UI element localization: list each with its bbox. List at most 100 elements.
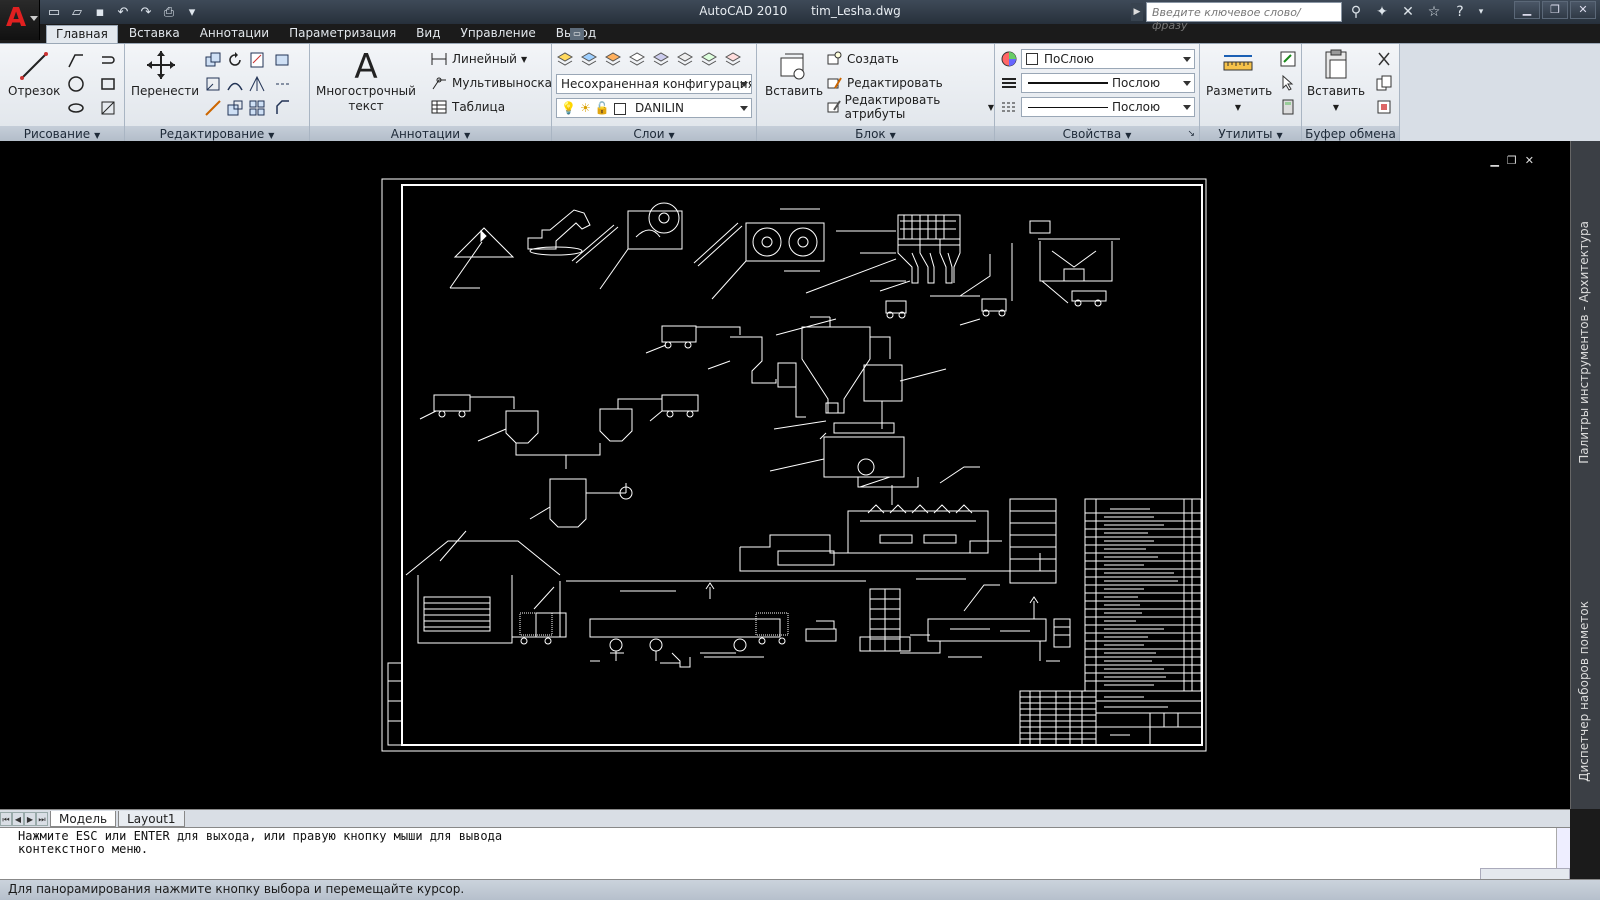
copy-clip-icon[interactable] [1374,73,1394,93]
tab-view[interactable]: Вид [407,25,449,43]
first-tab-icon[interactable]: ⏮ [0,811,12,826]
layer-unisolate-icon[interactable] [628,50,646,70]
layer-off-icon[interactable] [676,50,694,70]
panel-layers-label[interactable]: Слои ▼ [552,126,756,142]
explode-icon[interactable] [273,74,293,94]
communication-icon[interactable]: ✕ [1398,2,1418,22]
linetype-icon[interactable] [999,73,1019,93]
lineweight-dropdown[interactable]: Послою [1021,97,1195,117]
cad-canvas[interactable] [0,141,1570,809]
mirror-icon[interactable] [203,74,223,94]
application-menu-button[interactable]: A [0,0,40,40]
favorites-star-icon[interactable]: ☆ [1424,2,1444,22]
help-icon[interactable]: ? [1450,2,1470,22]
edit-attributes-button[interactable]: Редактировать атрибуты ▼ [825,93,994,121]
minimize-button[interactable]: ▁ [1514,1,1540,19]
panel-properties-label[interactable]: Свойства ▼ ↘ [995,126,1199,142]
tab-home[interactable]: Главная [46,25,118,43]
edit-block-button[interactable]: Редактировать [825,73,943,93]
search-input[interactable]: Введите ключевое слово/фразу [1146,2,1342,32]
rotate-icon[interactable] [225,50,245,70]
layer-previous-icon[interactable] [724,50,742,70]
tab-manage[interactable]: Управление [452,25,545,43]
panel-clipboard-label[interactable]: Буфер обмена [1302,126,1399,142]
layer-isolate-icon[interactable] [604,50,622,70]
chamfer-icon[interactable] [273,98,293,118]
fillet-icon[interactable] [225,74,245,94]
trim-icon[interactable] [247,50,267,70]
qat-menu-icon[interactable]: ▾ [182,3,202,21]
select-all-icon[interactable] [1278,73,1298,93]
array-icon[interactable] [247,74,267,94]
measure-button[interactable]: Разметить ▼ [1206,48,1272,115]
offset-icon[interactable] [247,98,267,118]
panel-launcher-icon[interactable]: ↘ [1187,126,1195,142]
circle-icon[interactable] [66,74,86,94]
linetype-dropdown[interactable]: Послою [1021,73,1195,93]
layer-properties-icon[interactable] [556,50,574,70]
ellipse-icon[interactable] [66,98,86,118]
restore-button[interactable]: ❐ [1542,1,1568,19]
rectangle-icon[interactable] [98,74,118,94]
layer-dropdown[interactable]: 💡 ☀ 🔓 DANILIN [556,98,752,118]
panel-block-label[interactable]: Блок ▼ [757,126,994,142]
subscription-icon[interactable]: ✦ [1372,2,1392,22]
calculator-icon[interactable] [1278,97,1298,117]
panel-modify-label[interactable]: Редактирование ▼ [125,126,309,142]
region-icon[interactable] [98,98,118,118]
color-wheel-icon[interactable] [999,49,1019,69]
panel-draw-label[interactable]: Рисование ▼ [0,126,124,142]
open-file-icon[interactable]: ▱ [67,3,87,21]
multileader-button[interactable]: Мультивыноска▼ [430,73,562,93]
help-menu-icon[interactable]: ▾ [1476,2,1486,22]
layer-state-icon[interactable] [580,50,598,70]
redo-icon[interactable]: ↷ [136,3,156,21]
insert-block-button[interactable]: Вставить [765,48,823,99]
layer-freeze-icon[interactable] [652,50,670,70]
command-line[interactable]: Нажмите ESC или ENTER для выхода, или пр… [0,827,1570,880]
stretch-icon[interactable] [203,98,223,118]
line-button[interactable]: Отрезок [8,48,60,99]
next-tab-icon[interactable]: ▶ [24,811,36,826]
lineweight-icon[interactable] [999,97,1019,117]
markup-manager-tab[interactable]: Диспетчер наборов пометок [1577,601,1591,782]
tab-parametric[interactable]: Параметризация [280,25,405,43]
panel-annotation-label[interactable]: Аннотации ▼ [310,126,551,142]
tool-palette-tab[interactable]: Палитры инструментов - Архитектура [1577,221,1591,464]
table-button[interactable]: Таблица [430,97,505,117]
save-icon[interactable]: ▪ [90,3,110,21]
mtext-button[interactable]: A Многострочный текст [316,48,416,114]
panel-utilities-label[interactable]: Утилиты ▼ [1200,126,1301,142]
ribbon-minimize-icon[interactable]: ▭ [570,28,584,40]
paste-button[interactable]: Вставить ▼ [1306,48,1366,115]
plot-icon[interactable]: ⎙ [159,3,179,21]
binoculars-icon[interactable]: ⚲ [1346,2,1366,22]
copy-with-base-icon[interactable] [1374,97,1394,117]
tab-model[interactable]: Модель [50,810,117,827]
prev-tab-icon[interactable]: ◀ [12,811,24,826]
hatch-icon[interactable] [98,50,118,70]
erase-icon[interactable] [273,50,293,70]
search-expand-icon[interactable]: ▶ [1131,3,1143,21]
layer-state-dropdown[interactable]: Несохраненная конфигурация сл [556,74,752,94]
layer-match-icon[interactable] [700,50,718,70]
move-button[interactable]: Перенести [131,48,199,99]
scale-icon[interactable] [225,98,245,118]
new-file-icon[interactable]: ▭ [44,3,64,21]
copy-icon[interactable] [203,50,223,70]
viewport-restore-icon[interactable]: ❐ [1507,154,1517,167]
tab-layout1[interactable]: Layout1 [118,810,185,827]
viewport-minimize-icon[interactable]: ▁ [1490,154,1498,167]
create-block-button[interactable]: Создать [825,49,899,69]
quick-select-icon[interactable] [1278,49,1298,69]
color-dropdown[interactable]: ПоСлою [1021,49,1195,69]
last-tab-icon[interactable]: ⏭ [36,811,48,826]
cut-icon[interactable] [1374,49,1394,69]
tab-insert[interactable]: Вставка [120,25,189,43]
drawing-area[interactable]: ▁ ❐ ✕ [0,141,1570,809]
linear-dim-button[interactable]: Линейный ▼ [430,49,527,69]
undo-icon[interactable]: ↶ [113,3,133,21]
close-button[interactable]: ✕ [1570,1,1596,19]
tab-annotate[interactable]: Аннотации [191,25,278,43]
polyline-icon[interactable] [66,50,86,70]
